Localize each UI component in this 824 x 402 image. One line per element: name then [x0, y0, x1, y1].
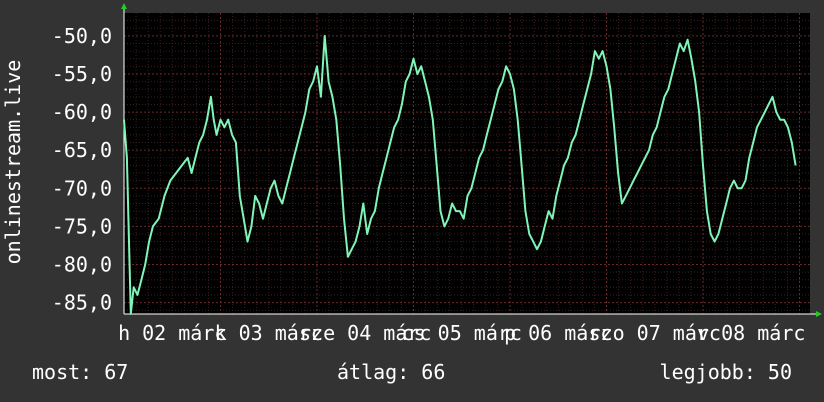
x-tick-label: v 08 márc	[697, 321, 805, 345]
y-tick-label: -55,0	[52, 62, 112, 86]
y-tick-label: -80,0	[52, 252, 112, 276]
chart: -50,0 -55,0 -60,0 -65,0 -70,0 -75,0 -80,0 -85,0…	[52, 3, 822, 345]
average-value-label: átlag: 66	[337, 360, 446, 384]
best-value-label: legjobb: 50	[659, 360, 792, 384]
current-value-label: most: 67	[32, 360, 129, 384]
y-tick-label: -60,0	[52, 100, 112, 124]
y-axis-label: onlinestream.live	[1, 59, 25, 265]
y-tick-label: -70,0	[52, 176, 112, 200]
y-tick-label: -65,0	[52, 138, 112, 162]
y-tick-label: -50,0	[52, 24, 112, 48]
plot-area	[124, 13, 810, 314]
x-tick-label: h 02 márc	[118, 321, 226, 345]
y-tick-label: -85,0	[52, 291, 112, 315]
x-axis-arrow	[816, 311, 822, 317]
y-axis-arrow	[121, 3, 127, 9]
y-tick-label: -75,0	[52, 214, 112, 238]
